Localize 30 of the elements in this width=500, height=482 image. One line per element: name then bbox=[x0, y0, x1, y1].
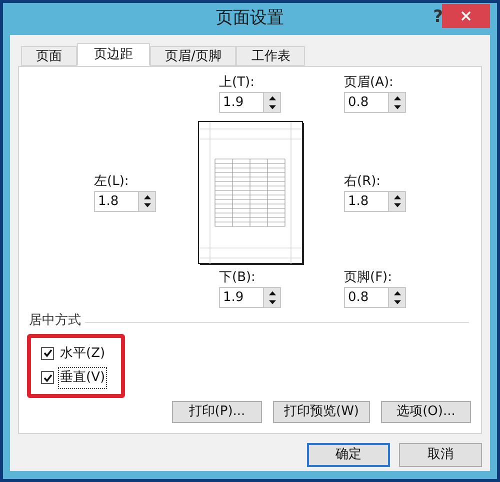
group-label: 居中方式 bbox=[29, 312, 81, 330]
number-field[interactable]: 1.8 bbox=[344, 190, 406, 212]
checkbox[interactable] bbox=[41, 346, 54, 360]
number-field[interactable]: 1.9 bbox=[219, 92, 281, 113]
dialog-button[interactable]: 选项(O)... bbox=[381, 401, 471, 423]
checkbox-label: 垂直(V) bbox=[58, 367, 108, 388]
tab[interactable]: 工作表 bbox=[236, 46, 306, 66]
dialog-button[interactable]: 打印(P)... bbox=[172, 401, 262, 423]
dialog-button[interactable]: 取消 bbox=[399, 443, 482, 467]
tab[interactable]: 页面 bbox=[21, 46, 77, 66]
dialog-button[interactable]: 确定 bbox=[307, 443, 390, 467]
close-icon bbox=[461, 11, 471, 21]
tab[interactable]: 页边距 bbox=[77, 43, 150, 66]
field-label: 下(B): bbox=[219, 269, 256, 286]
field-label: 右(R): bbox=[344, 172, 381, 190]
close-button[interactable] bbox=[442, 4, 490, 28]
number-field[interactable]: 0.8 bbox=[344, 287, 406, 308]
tab[interactable]: 页眉/页脚 bbox=[150, 46, 236, 66]
number-field[interactable]: 1.9 bbox=[219, 287, 281, 308]
help-button[interactable]: ? bbox=[433, 5, 443, 30]
field-label: 页脚(F): bbox=[344, 269, 392, 286]
field-label: 左(L): bbox=[94, 172, 129, 190]
window-title: 页面设置 bbox=[216, 7, 284, 30]
field-label: 页眉(A): bbox=[344, 74, 394, 91]
number-field[interactable]: 1.8 bbox=[94, 190, 156, 212]
number-field[interactable]: 0.8 bbox=[344, 92, 406, 113]
checkbox[interactable] bbox=[41, 371, 54, 384]
dialog-button[interactable]: 打印预览(W) bbox=[273, 401, 370, 423]
field-label: 上(T): bbox=[219, 74, 254, 91]
checkbox-label: 水平(Z) bbox=[59, 344, 106, 362]
